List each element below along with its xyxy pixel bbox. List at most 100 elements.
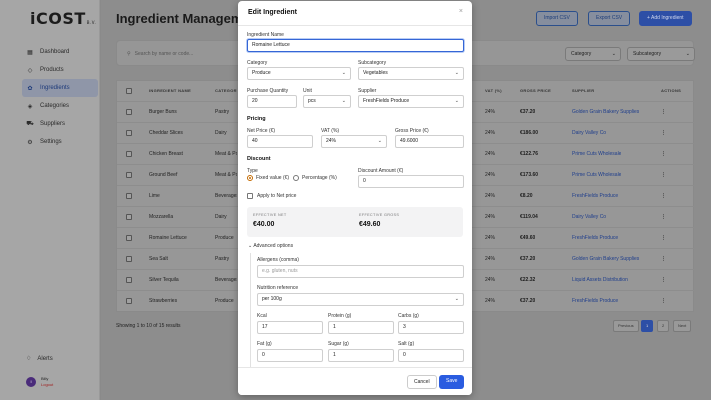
ingredient-name-cell: Ground Beef (149, 172, 178, 178)
import-csv-button[interactable]: Import CSV (536, 11, 578, 26)
subcategory-filter[interactable]: Subcategory ⌄ (627, 47, 695, 61)
net-price-input[interactable]: 40 (247, 135, 313, 148)
row-actions-icon[interactable]: ⋮ (661, 207, 666, 227)
sidebar-item-dashboard[interactable]: ▦ Dashboard (22, 43, 98, 61)
row-actions-icon[interactable]: ⋮ (661, 270, 666, 290)
supplier-link[interactable]: Golden Grain Bakery Supplies (572, 102, 639, 122)
kcal-input[interactable]: 17 (257, 321, 323, 334)
row-actions-icon[interactable]: ⋮ (661, 186, 666, 206)
export-csv-button[interactable]: Export CSV (588, 11, 631, 26)
pagination-page-2[interactable]: 2 (657, 320, 670, 332)
row-checkbox[interactable] (126, 256, 132, 262)
sidebar-item-categories[interactable]: ◈ Categories (22, 97, 98, 115)
supplier-link[interactable]: Golden Grain Bakery Supplies (572, 249, 639, 269)
category-cell: Produce (215, 235, 234, 241)
row-checkbox[interactable] (126, 214, 132, 220)
category-filter[interactable]: Category ⌄ (565, 47, 621, 61)
supplier-link[interactable]: Liquid Assets Distribution (572, 270, 628, 290)
pagination-next[interactable]: Next (673, 320, 692, 332)
row-checkbox[interactable] (126, 109, 132, 115)
chevron-down-icon: ⌄ (341, 98, 346, 104)
cancel-button[interactable]: Cancel (407, 375, 437, 389)
supplier-link[interactable]: FreshFields Produce (572, 186, 618, 206)
header-actions: ACTIONS (661, 88, 682, 93)
pagination-page-1[interactable]: 1 (641, 320, 654, 332)
vat-cell: 24% (485, 235, 496, 241)
header-gross[interactable]: GROSS PRICE (520, 81, 551, 101)
unit-select[interactable]: pcs ⌄ (303, 95, 351, 108)
row-actions-icon[interactable]: ⋮ (661, 249, 666, 269)
fat-label: Fat (g) (257, 341, 272, 347)
vat-select[interactable]: 24% ⌄ (321, 135, 387, 148)
supplier-label: Supplier (358, 88, 377, 94)
supplier-link[interactable]: Prime Cuts Wholesale (572, 144, 621, 164)
row-checkbox[interactable] (126, 277, 132, 283)
row-checkbox[interactable] (126, 172, 132, 178)
supplier-link[interactable]: FreshFields Produce (572, 291, 618, 311)
protein-label: Protein (g) (328, 313, 352, 319)
pagination-previous[interactable]: Previous (613, 320, 639, 332)
sidebar-item-label: Categories (40, 103, 70, 109)
discount-percent-radio[interactable]: Percentage (%) (293, 175, 337, 181)
dashboard-icon: ▦ (27, 49, 33, 56)
advanced-options-toggle[interactable]: ⌄ Advanced options (248, 243, 293, 249)
protein-input[interactable]: 1 (328, 321, 394, 334)
apply-net-checkbox[interactable]: Apply to Net price (247, 193, 296, 199)
vat-cell: 24% (485, 298, 496, 304)
ingredient-name-input[interactable]: Romaine Lettuce (247, 39, 464, 52)
row-actions-icon[interactable]: ⋮ (661, 228, 666, 248)
close-icon[interactable]: × (459, 8, 463, 15)
supplier-link[interactable]: Dairy Valley Co (572, 207, 606, 227)
sidebar-item-settings[interactable]: ⚙ Settings (22, 133, 98, 151)
salt-input[interactable]: 0 (398, 349, 464, 362)
sidebar-nav: ▦ Dashboard ◇ Products ✿ Ingredients ◈ Categori… (22, 43, 98, 151)
chevron-down-icon: ⌄ (341, 70, 346, 76)
sidebar-item-label: Dashboard (40, 49, 70, 55)
ingredient-name-cell: Burger Buns (149, 109, 177, 115)
vat-cell: 24% (485, 277, 496, 283)
category-select[interactable]: Produce ⌄ (247, 67, 351, 80)
header-vat[interactable]: VAT (%) (485, 81, 502, 101)
modal-footer: Cancel Save (238, 367, 472, 395)
row-actions-icon[interactable]: ⋮ (661, 102, 666, 122)
supplier-link[interactable]: Dairy Valley Co (572, 123, 606, 143)
alerts-link[interactable]: ♢ Alerts (26, 355, 53, 363)
effective-gross-label: EFFECTIVE GROSS (359, 213, 400, 217)
carbs-input[interactable]: 3 (398, 321, 464, 334)
header-supplier[interactable]: SUPPLIER (572, 81, 594, 101)
sidebar-item-suppliers[interactable]: ⛟ Suppliers (22, 115, 98, 133)
subcategory-select[interactable]: Vegetables ⌄ (358, 67, 464, 80)
header-name[interactable]: INGREDIENT NAME (149, 81, 209, 101)
row-checkbox[interactable] (126, 193, 132, 199)
discount-amount-input[interactable]: 0 (358, 175, 464, 188)
supplier-link[interactable]: FreshFields Produce (572, 228, 618, 248)
row-actions-icon[interactable]: ⋮ (661, 123, 666, 143)
products-icon: ◇ (27, 67, 33, 74)
user-profile[interactable]: I Billy Logout (26, 376, 53, 388)
discount-fixed-radio[interactable]: Fixed value (€) (247, 175, 289, 181)
purchase-qty-input[interactable]: 20 (247, 95, 297, 108)
row-checkbox[interactable] (126, 151, 132, 157)
select-all-checkbox[interactable] (126, 88, 132, 94)
row-checkbox[interactable] (126, 298, 132, 304)
row-checkbox[interactable] (126, 130, 132, 136)
sugar-input[interactable]: 1 (328, 349, 394, 362)
row-actions-icon[interactable]: ⋮ (661, 291, 666, 311)
save-button[interactable]: Save (439, 375, 465, 389)
supplier-select[interactable]: FreshFields Produce ⌄ (358, 95, 464, 108)
row-actions-icon[interactable]: ⋮ (661, 165, 666, 185)
header-category[interactable]: CATEGORY (215, 81, 237, 101)
row-checkbox[interactable] (126, 235, 132, 241)
supplier-link[interactable]: Prime Cuts Wholesale (572, 165, 621, 185)
sidebar-item-products[interactable]: ◇ Products (22, 61, 98, 79)
add-ingredient-button[interactable]: + Add Ingredient (639, 11, 692, 26)
nutrition-reference-select[interactable]: per 100g ⌄ (257, 293, 464, 306)
allergens-input[interactable]: e.g. gluten, nuts (257, 265, 464, 278)
logout-link[interactable]: Logout (41, 382, 53, 388)
gross-price-input[interactable]: 49.6000 (395, 135, 464, 148)
fat-input[interactable]: 0 (257, 349, 323, 362)
row-actions-icon[interactable]: ⋮ (661, 144, 666, 164)
sidebar-item-ingredients[interactable]: ✿ Ingredients (22, 79, 98, 97)
search-input[interactable]: ⚲ Search by name or code... (127, 47, 247, 61)
vat-cell: 24% (485, 256, 496, 262)
